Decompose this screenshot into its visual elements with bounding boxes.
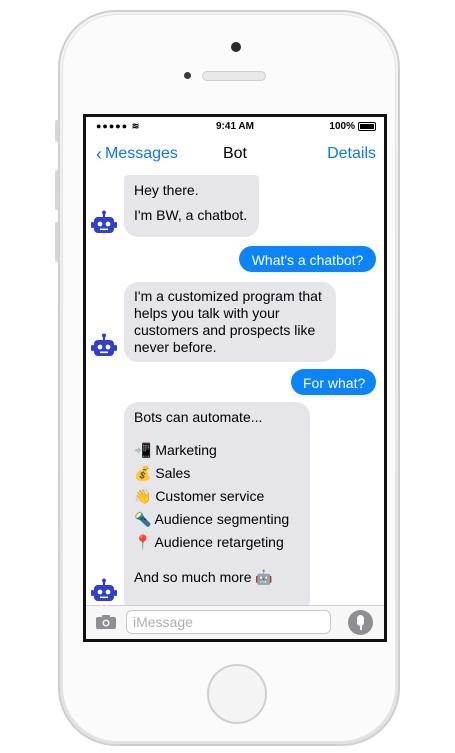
- message-line: Bots can automate...: [134, 409, 263, 425]
- earpiece-speaker: [202, 71, 266, 81]
- mute-switch: [55, 120, 59, 142]
- robot-icon: [91, 333, 117, 356]
- conversation-header: ‹ Messages Bot Details: [86, 139, 384, 169]
- message-line: What's a chatbot?: [251, 252, 364, 268]
- proximity-sensor: [184, 72, 191, 79]
- front-camera: [231, 42, 241, 52]
- message-spacer: [134, 427, 300, 439]
- message-input[interactable]: iMessage: [126, 610, 331, 634]
- robot-icon: [91, 210, 117, 233]
- message-bubble-outgoing: For what?: [291, 369, 376, 395]
- status-bar: ●●●●● ≋ 9:41 AM 100%: [86, 117, 384, 135]
- message-bubble-incoming: Bots can automate... 📲 Marketing 💰 Sales…: [124, 402, 310, 606]
- list-item-sales: 💰 Sales: [134, 465, 191, 481]
- message-bubble-incoming: Hey there. I'm BW, a chatbot.: [124, 175, 259, 237]
- message-line: helps you talk with your: [134, 305, 280, 321]
- details-button[interactable]: Details: [327, 145, 376, 163]
- battery-percent: 100%: [329, 121, 355, 132]
- volume-up-button: [55, 170, 59, 210]
- battery-status: 100%: [329, 121, 376, 132]
- compose-bar: iMessage: [86, 605, 384, 639]
- message-line: never before.: [134, 339, 217, 355]
- list-item-customer-service: 👋 Customer service: [134, 488, 265, 504]
- phone-screen: ●●●●● ≋ 9:41 AM 100% ‹ Messages Bot Deta…: [83, 114, 387, 642]
- message-line: customers and prospects like: [134, 322, 316, 338]
- battery-icon: [358, 122, 376, 131]
- list-item-marketing: 📲 Marketing: [134, 442, 217, 458]
- camera-icon[interactable]: [96, 615, 116, 629]
- message-spacer: [134, 554, 300, 568]
- message-line: I'm a customized program that: [134, 288, 322, 304]
- list-item-audience-retargeting: 📍 Audience retargeting: [134, 534, 284, 550]
- message-line: For what?: [303, 375, 366, 391]
- microphone-icon[interactable]: [348, 610, 373, 635]
- message-line: Hey there.: [134, 182, 199, 198]
- message-bubble-outgoing: What's a chatbot?: [239, 246, 376, 272]
- robot-icon: [91, 578, 117, 601]
- list-item-audience-segmenting: 🔦 Audience segmenting: [134, 511, 290, 527]
- message-bubble-incoming: I'm a customized program that helps you …: [124, 282, 336, 362]
- volume-down-button: [55, 222, 59, 262]
- message-line: And so much more 🤖: [134, 569, 273, 585]
- home-button[interactable]: [207, 664, 267, 724]
- message-line: I'm BW, a chatbot.: [134, 207, 248, 223]
